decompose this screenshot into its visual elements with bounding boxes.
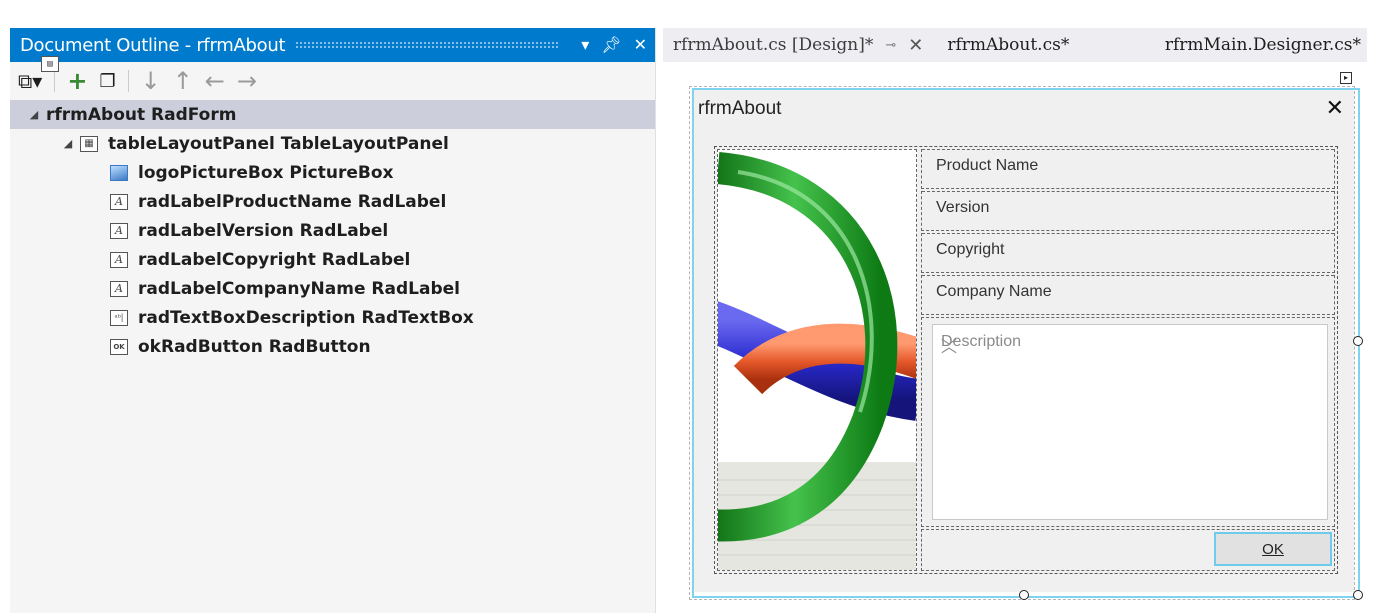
resize-handle-corner[interactable] — [1353, 590, 1363, 600]
description-textbox[interactable]: Description ︿ ﹀ — [932, 324, 1328, 520]
tab-label: rfrmAbout.cs* — [947, 35, 1070, 55]
move-down-icon[interactable]: ↓ — [141, 67, 161, 95]
tree-node-tablelayoutpanel[interactable]: ◢ ▦ tableLayoutPanel TableLayoutPanel — [10, 129, 655, 158]
close-icon[interactable]: ✕ — [1326, 96, 1344, 121]
move-right-icon[interactable]: → — [237, 67, 257, 95]
tab-rfrmabout-design[interactable]: rfrmAbout.cs [Design]* ⊸ ✕ — [663, 28, 934, 62]
tree-node-label: radLabelCopyright RadLabel — [138, 249, 411, 270]
company-name-label: Company Name — [936, 283, 1056, 301]
company-name-cell[interactable]: Company Name — [921, 275, 1335, 315]
logo-picture-box[interactable] — [717, 149, 917, 571]
picture-box-icon — [110, 164, 128, 181]
tree-node-label: radTextBoxDescription RadTextBox — [138, 307, 474, 328]
smart-tag-icon[interactable]: ▸ — [1340, 72, 1352, 84]
logo-image — [718, 150, 916, 570]
textbox-icon: ᵃᵇ| — [110, 309, 128, 326]
document-outline-pane: Document Outline - rfrmAbout ▾ 📌︎ ✕ ⧉▾ +… — [10, 28, 656, 613]
close-icon[interactable]: ✕ — [908, 35, 923, 56]
toolbar-separator — [54, 70, 56, 92]
toolbar-separator — [127, 70, 129, 92]
version-label: Version — [936, 199, 994, 217]
add-icon[interactable]: + — [67, 67, 87, 95]
document-outline-titlebar: Document Outline - rfrmAbout ▾ 📌︎ ✕ — [10, 28, 655, 62]
version-cell[interactable]: Version — [921, 191, 1335, 231]
button-cell: OK — [921, 529, 1335, 571]
move-left-icon[interactable]: ← — [205, 67, 225, 95]
label-icon: A — [110, 222, 128, 239]
tree-node-rfrmabout[interactable]: ◢ ▤ rfrmAbout RadForm — [10, 56, 655, 129]
tree-node-label: radLabelProductName RadLabel — [138, 191, 447, 212]
tree-node-label: okRadButton RadButton — [138, 336, 371, 357]
label-icon: A — [110, 193, 128, 210]
editor-tab-strip: rfrmAbout.cs [Design]* ⊸ ✕ rfrmAbout.cs*… — [663, 28, 1367, 62]
tree-node-radtextboxdescription[interactable]: ᵃᵇ| radTextBoxDescription RadTextBox — [10, 303, 655, 332]
expand-arrow-icon[interactable]: ◢ — [62, 137, 74, 150]
design-surface[interactable]: ▸ rfrmAbout ✕ Product Name Version Copyr… — [663, 62, 1367, 613]
outline-toolbar: ⧉▾ + ❐ ↓ ↑ ← → — [10, 62, 655, 100]
resize-handle-right[interactable] — [1353, 336, 1363, 346]
titlebar-grip[interactable] — [295, 41, 560, 49]
description-cell: Description ︿ ﹀ — [921, 317, 1335, 527]
label-icon: A — [110, 280, 128, 297]
dropdown-icon[interactable]: ▾ — [581, 37, 589, 53]
resize-handle-bottom[interactable] — [1019, 590, 1029, 600]
tab-rfrmmain-designer[interactable]: rfrmMain.Designer.cs* — [1155, 28, 1367, 62]
tree-node-label: rfrmAbout RadForm — [46, 104, 237, 125]
tab-label: rfrmAbout.cs [Design]* — [673, 35, 874, 55]
tree-node-label: logoPictureBox PictureBox — [138, 162, 394, 183]
tree-node-radlabelcopyright[interactable]: A radLabelCopyright RadLabel — [10, 245, 655, 274]
label-icon: A — [110, 251, 128, 268]
product-name-label: Product Name — [936, 157, 1043, 175]
copy-icon[interactable]: ❐ — [99, 71, 115, 92]
close-icon[interactable]: ✕ — [634, 37, 647, 53]
tree-node-radlabelversion[interactable]: A radLabelVersion RadLabel — [10, 216, 655, 245]
product-name-cell[interactable]: Product Name — [921, 149, 1335, 189]
button-icon: OK — [110, 338, 128, 355]
scroll-down-icon[interactable]: ﹀ — [941, 333, 1317, 511]
view-toggle-icon[interactable]: ⧉▾ — [18, 69, 42, 93]
outline-tree: ◢ ▤ rfrmAbout RadForm ◢ ▦ tableLayoutPan… — [10, 56, 655, 361]
pin-icon[interactable]: 📌︎ — [601, 37, 621, 53]
expand-arrow-icon[interactable]: ◢ — [28, 108, 40, 121]
tab-label: rfrmMain.Designer.cs* — [1164, 35, 1361, 55]
tree-node-label: radLabelCompanyName RadLabel — [138, 278, 460, 299]
tree-node-logopicturebox[interactable]: logoPictureBox PictureBox — [10, 158, 655, 187]
pin-icon[interactable]: ⊸ — [885, 38, 896, 53]
tree-node-radlabelcompanyname[interactable]: A radLabelCompanyName RadLabel — [10, 274, 655, 303]
ok-button[interactable]: OK — [1214, 532, 1332, 566]
tree-node-label: radLabelVersion RadLabel — [138, 220, 389, 241]
tree-node-okradbutton[interactable]: OK okRadButton RadButton — [10, 332, 655, 361]
form-rfrmabout[interactable]: rfrmAbout ✕ Product Name Version Copyrig… — [694, 90, 1354, 592]
form-title: rfrmAbout — [698, 98, 782, 119]
table-layout-icon: ▦ — [80, 135, 98, 152]
move-up-icon[interactable]: ↑ — [173, 67, 193, 95]
form-icon: ▤ — [41, 56, 59, 72]
document-outline-title: Document Outline - rfrmAbout — [20, 34, 286, 56]
tab-rfrmabout-cs[interactable]: rfrmAbout.cs* — [937, 28, 1079, 62]
copyright-cell[interactable]: Copyright — [921, 233, 1335, 273]
tree-node-radlabelproductname[interactable]: A radLabelProductName RadLabel — [10, 187, 655, 216]
table-layout-panel[interactable]: Product Name Version Copyright Company N… — [714, 146, 1338, 574]
tree-node-label: tableLayoutPanel TableLayoutPanel — [108, 133, 449, 154]
copyright-label: Copyright — [936, 241, 1009, 259]
